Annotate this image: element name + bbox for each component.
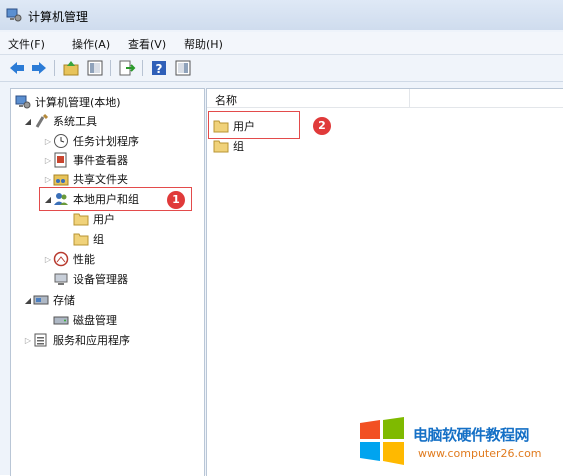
tree-label: 事件查看器	[73, 154, 128, 167]
annotation-badge-2: 2	[313, 117, 331, 135]
tree-label: 共享文件夹	[73, 173, 128, 186]
folder-icon	[73, 211, 89, 227]
expanded-arrow-icon[interactable]: ◢	[23, 296, 33, 305]
device-manager-icon	[53, 271, 69, 287]
menu-file[interactable]: 文件(F)	[8, 36, 45, 52]
up-folder-icon[interactable]	[62, 59, 80, 77]
event-viewer-icon	[53, 152, 69, 168]
title-bar: 计算机管理	[0, 0, 563, 30]
watermark: 电脑软硬件教程网 www.computer26.com	[356, 414, 563, 470]
tree-label: 计算机管理(本地)	[35, 96, 121, 109]
menu-help[interactable]: 帮助(H)	[184, 36, 223, 52]
menu-action[interactable]: 操作(A)	[72, 36, 110, 52]
toolbar: ?	[0, 55, 563, 82]
menu-bar: 文件(F) 操作(A) 查看(V) 帮助(H)	[0, 32, 563, 55]
collapsed-arrow-icon[interactable]: ▷	[43, 175, 53, 184]
show-hide-console-tree-icon[interactable]	[86, 59, 104, 77]
column-divider[interactable]	[409, 89, 410, 107]
help-icon[interactable]: ?	[150, 59, 168, 77]
collapsed-arrow-icon[interactable]: ▷	[43, 255, 53, 264]
tree-item-device-manager[interactable]: 设备管理器	[53, 270, 128, 288]
collapsed-arrow-icon[interactable]: ▷	[43, 137, 53, 146]
tree-label: 磁盘管理	[73, 314, 117, 327]
list-item-label: 组	[233, 140, 244, 153]
tree-item-event-viewer[interactable]: ▷ 事件查看器	[43, 151, 128, 169]
storage-icon	[33, 292, 49, 308]
toolbar-separator	[110, 60, 111, 76]
computer-management-icon	[15, 94, 31, 110]
tree-item-disk-management[interactable]: 磁盘管理	[53, 311, 117, 329]
tree-item-computer-management[interactable]: 计算机管理(本地)	[15, 93, 121, 111]
properties-pane-icon[interactable]	[174, 59, 192, 77]
column-name-label: 名称	[215, 94, 237, 107]
list-item-groups[interactable]: 组	[213, 137, 244, 155]
highlight-box	[208, 111, 300, 139]
column-header[interactable]: 名称	[207, 89, 563, 108]
export-list-icon[interactable]	[118, 59, 136, 77]
tree-label: 服务和应用程序	[53, 334, 130, 347]
windows-logo-icon	[360, 417, 404, 465]
shared-folder-icon	[53, 171, 69, 187]
expanded-arrow-icon[interactable]: ◢	[23, 117, 33, 126]
clock-icon	[53, 133, 69, 149]
console-tree: 计算机管理(本地) ◢ 系统工具 ▷ 任务计划程序 ▷ 事件查看器 ▷ 共享文件…	[10, 88, 205, 476]
tree-item-storage[interactable]: ◢ 存储	[23, 291, 75, 309]
tree-item-groups[interactable]: 组	[73, 230, 104, 248]
menu-view[interactable]: 查看(V)	[128, 36, 166, 52]
tree-label: 设备管理器	[73, 273, 128, 286]
tree-label: 存储	[53, 294, 75, 307]
tree-item-performance[interactable]: ▷ 性能	[43, 250, 95, 268]
collapsed-arrow-icon[interactable]: ▷	[23, 336, 33, 345]
back-arrow-icon[interactable]	[8, 59, 26, 77]
window-title: 计算机管理	[28, 10, 89, 24]
performance-icon	[53, 251, 69, 267]
folder-icon	[213, 138, 229, 154]
computer-management-window: 计算机管理 文件(F) 操作(A) 查看(V) 帮助(H) ? 计算机管理(本地…	[0, 0, 563, 476]
tree-label: 性能	[73, 253, 95, 266]
tree-item-shared-folders[interactable]: ▷ 共享文件夹	[43, 170, 128, 188]
forward-arrow-icon[interactable]	[30, 59, 48, 77]
collapsed-arrow-icon[interactable]: ▷	[43, 156, 53, 165]
computer-management-icon	[6, 7, 22, 23]
svg-text:?: ?	[156, 62, 163, 76]
toolbar-separator	[54, 60, 55, 76]
tree-item-task-scheduler[interactable]: ▷ 任务计划程序	[43, 132, 139, 150]
tree-label: 系统工具	[53, 115, 97, 128]
disk-management-icon	[53, 312, 69, 328]
tree-label: 任务计划程序	[73, 135, 139, 148]
services-icon	[33, 332, 49, 348]
watermark-title: 电脑软硬件教程网	[413, 426, 530, 444]
annotation-badge-1: 1	[167, 191, 185, 209]
system-tools-icon	[33, 113, 49, 129]
folder-icon	[73, 231, 89, 247]
tree-item-system-tools[interactable]: ◢ 系统工具	[23, 112, 97, 130]
tree-item-services-applications[interactable]: ▷ 服务和应用程序	[23, 331, 130, 349]
tree-label: 组	[93, 233, 104, 246]
tree-label: 用户	[93, 213, 115, 226]
tree-item-users[interactable]: 用户	[73, 210, 115, 228]
toolbar-separator	[142, 60, 143, 76]
watermark-url: www.computer26.com	[418, 447, 542, 460]
